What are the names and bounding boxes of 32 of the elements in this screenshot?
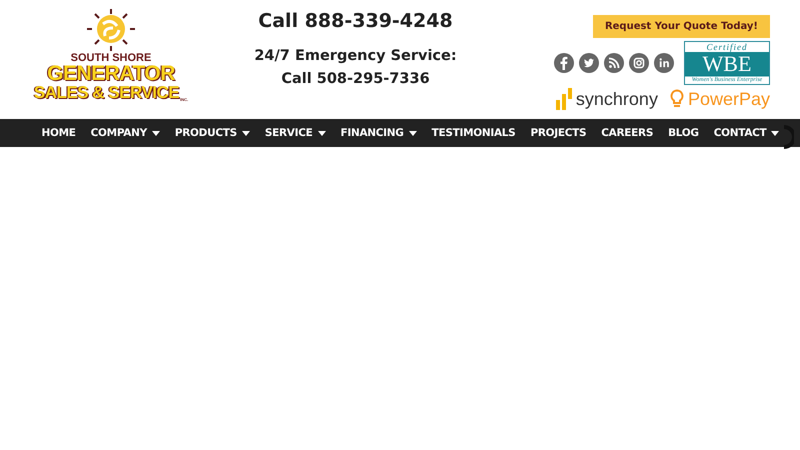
nav-link[interactable]: CONTACT (706, 127, 787, 139)
nav-link[interactable]: BLOG (660, 127, 706, 139)
nav-link[interactable]: PRODUCTS (167, 127, 258, 139)
emergency-title: 24/7 Emergency Service: (254, 48, 457, 64)
emergency-phone-link[interactable]: Call 508-295-7336 (281, 71, 430, 87)
nav-link[interactable]: CAREERS (594, 127, 661, 139)
powerpay-logo: PowerPay (688, 88, 770, 110)
nav-link[interactable]: HOME (34, 127, 84, 139)
nav-link[interactable]: SERVICE (257, 127, 333, 139)
loading-spinner-icon (782, 125, 794, 149)
caret-icon (318, 130, 326, 136)
caret-icon (771, 130, 780, 136)
lightbulb-icon (670, 89, 684, 109)
rss-icon[interactable] (604, 53, 624, 73)
caret-icon (408, 130, 417, 136)
instagram-icon[interactable] (629, 53, 649, 73)
quote-button[interactable]: Request Your Quote Today! (592, 15, 770, 38)
caret-icon (152, 130, 160, 136)
nav-link[interactable]: PROJECTS (522, 127, 594, 139)
synchrony-logo: synchrony (576, 88, 658, 110)
caret-icon (242, 130, 250, 136)
logo-text: GENERATOR (47, 64, 175, 84)
logo-text: SOUTH SHORE (70, 52, 152, 64)
linkedin-icon[interactable] (654, 53, 674, 73)
phone-link[interactable]: Call 888-339-4248 (258, 10, 453, 32)
twitter-icon[interactable] (579, 53, 599, 73)
nav-link[interactable]: FINANCING (333, 127, 424, 139)
nav-link[interactable]: TESTIMONIALS (424, 127, 523, 139)
logo-text: SALES & SERVICE (34, 84, 180, 102)
facebook-icon[interactable] (554, 53, 574, 73)
nav-link[interactable]: COMPANY (83, 127, 168, 139)
bars-icon (556, 88, 572, 110)
